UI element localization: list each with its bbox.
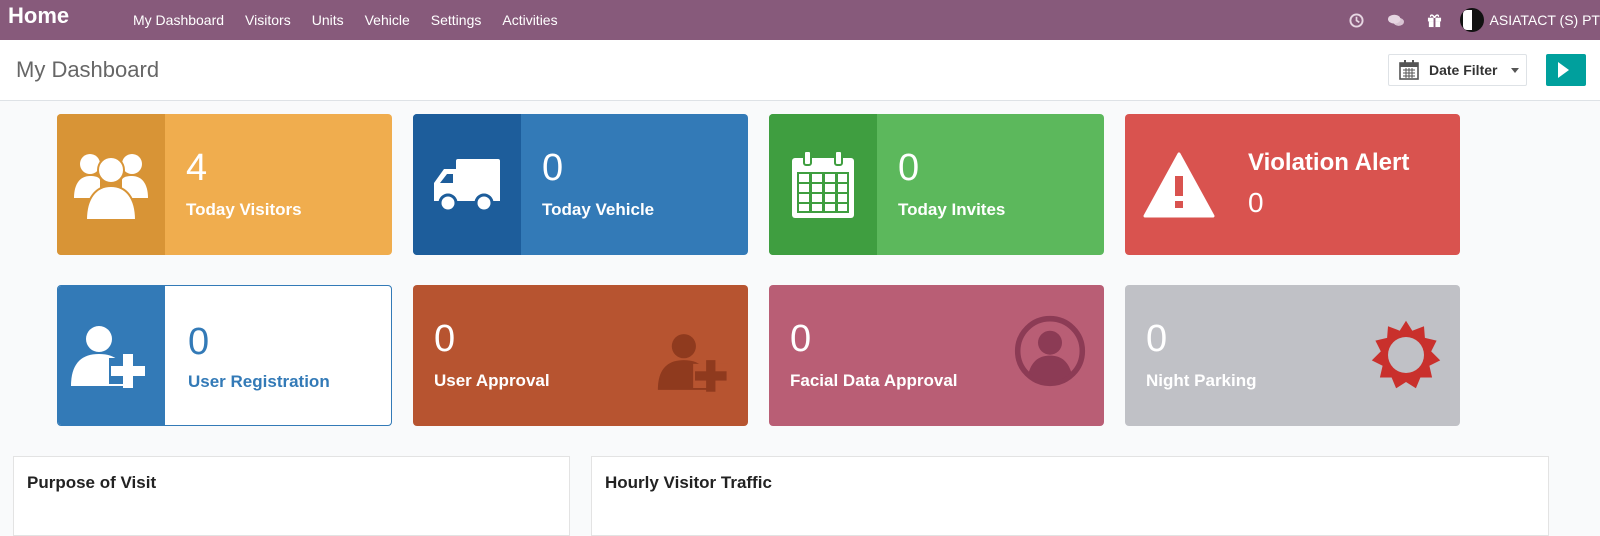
menu-vehicle[interactable]: Vehicle	[365, 12, 410, 28]
violation-alert-count: 0	[1248, 187, 1264, 218]
user-registration-count: 0	[188, 321, 210, 363]
top-navbar: Home My Dashboard Visitors Units Vehicle…	[0, 0, 1600, 40]
main-menu: My Dashboard Visitors Units Vehicle Sett…	[133, 0, 579, 40]
chat-icon[interactable]	[1387, 12, 1404, 28]
users-icon	[57, 114, 165, 255]
user-circle-icon	[1014, 315, 1086, 387]
facial-approval-count: 0	[790, 318, 812, 360]
date-filter-label: Date Filter	[1429, 62, 1498, 78]
panel-title: Hourly Visitor Traffic	[605, 473, 772, 492]
clock-icon[interactable]	[1349, 12, 1365, 28]
today-visitors-label: Today Visitors	[186, 200, 302, 219]
gift-icon[interactable]	[1427, 12, 1443, 28]
sun-icon	[1371, 320, 1441, 389]
user-plus-icon	[58, 286, 165, 425]
card-today-invites[interactable]: 0 Today Invites	[769, 114, 1104, 255]
page-title: My Dashboard	[16, 57, 160, 82]
company-avatar[interactable]	[1459, 8, 1484, 32]
card-facial-data-approval[interactable]: 0 Facial Data Approval	[769, 285, 1104, 426]
calendar-icon	[769, 114, 877, 255]
menu-activities[interactable]: Activities	[502, 12, 557, 28]
card-user-approval[interactable]: 0 User Approval	[413, 285, 748, 426]
truck-icon	[413, 114, 521, 255]
today-vehicle-label: Today Vehicle	[542, 200, 655, 219]
company-switcher[interactable]: ASIATACT (S) PT	[1490, 12, 1600, 28]
control-panel: My Dashboard Date Filter	[0, 40, 1600, 101]
card-today-visitors[interactable]: 4 Today Visitors	[57, 114, 392, 255]
warning-icon	[1125, 114, 1233, 255]
today-visitors-count: 4	[186, 147, 208, 189]
menu-settings[interactable]: Settings	[431, 12, 482, 28]
user-plus-icon	[657, 334, 729, 392]
user-approval-label: User Approval	[434, 371, 550, 390]
violation-alert-label: Violation Alert	[1248, 149, 1410, 176]
menu-my-dashboard[interactable]: My Dashboard	[133, 12, 224, 28]
purpose-of-visit-panel: Purpose of Visit	[13, 456, 570, 536]
today-invites-count: 0	[898, 147, 920, 189]
menu-visitors[interactable]: Visitors	[245, 12, 291, 28]
user-approval-count: 0	[434, 318, 456, 360]
today-vehicle-count: 0	[542, 147, 564, 189]
night-parking-count: 0	[1146, 318, 1168, 360]
facial-approval-label: Facial Data Approval	[790, 371, 958, 390]
app-title[interactable]: Home	[8, 3, 69, 29]
systray: ASIATACT (S) PT	[1349, 0, 1600, 40]
hourly-visitor-traffic-panel: Hourly Visitor Traffic	[591, 456, 1549, 536]
card-night-parking[interactable]: 0 Night Parking	[1125, 285, 1460, 426]
user-registration-label: User Registration	[188, 372, 330, 391]
card-user-registration[interactable]: 0 User Registration	[57, 285, 392, 426]
apply-filter-button[interactable]	[1546, 54, 1586, 86]
panel-title: Purpose of Visit	[27, 473, 157, 492]
today-invites-label: Today Invites	[898, 200, 1006, 219]
night-parking-label: Night Parking	[1146, 371, 1257, 390]
menu-units[interactable]: Units	[312, 12, 344, 28]
card-violation-alert[interactable]: Violation Alert 0	[1125, 114, 1460, 255]
card-today-vehicle[interactable]: 0 Today Vehicle	[413, 114, 748, 255]
date-filter-dropdown[interactable]: Date Filter	[1388, 54, 1527, 86]
calendar-icon	[1399, 60, 1419, 80]
chevron-down-icon	[1511, 67, 1520, 73]
